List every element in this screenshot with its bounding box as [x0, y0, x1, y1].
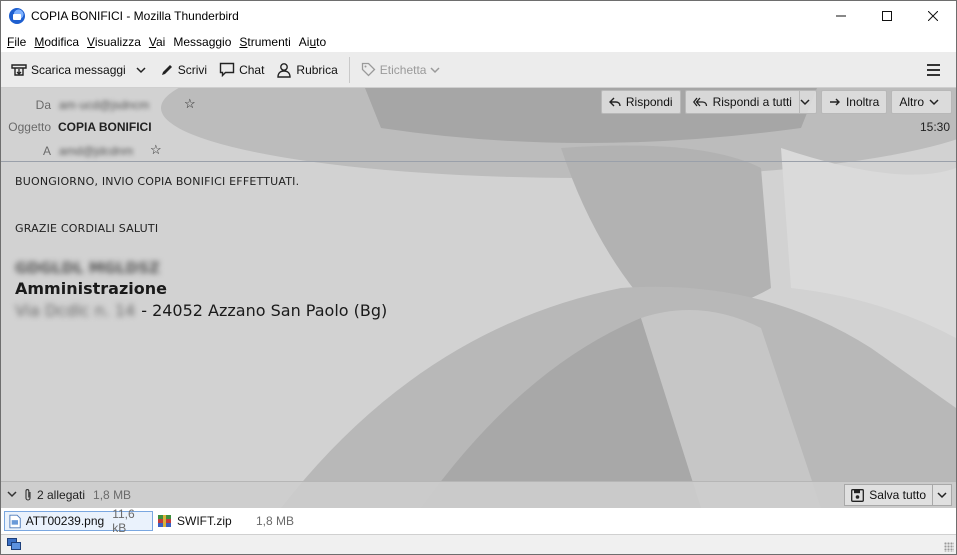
thunderbird-app-icon	[9, 8, 25, 24]
reply-all-label: Rispondi a tutti	[712, 95, 792, 109]
window-controls	[818, 1, 956, 31]
signature-street: Via Dcdlc n. 14	[15, 301, 136, 320]
tag-button[interactable]: Etichetta	[355, 57, 451, 83]
body-line-closing: GRAZIE CORDIALI SALUTI	[15, 222, 159, 235]
chat-label: Chat	[239, 62, 265, 77]
signature-title: Amministrazione	[15, 279, 167, 298]
save-all-label: Salva tutto	[869, 488, 926, 502]
menu-messaggio[interactable]: Messaggio	[169, 35, 235, 49]
attachment-toggle[interactable]	[7, 489, 17, 501]
menu-aiuto[interactable]: Aiuto	[295, 35, 330, 49]
chevron-down-icon	[937, 492, 947, 499]
message-body: BUONGIORNO, INVIO COPIA BONIFICI EFFETTU…	[15, 175, 915, 320]
reply-all-button[interactable]: Rispondi a tutti	[684, 90, 799, 114]
window-title: COPIA BONIFICI - Mozilla Thunderbird	[31, 9, 239, 23]
attachment-item[interactable]: SWIFT.zip 1,8 MB	[153, 511, 298, 531]
attachment-size: 1,8 MB	[255, 514, 294, 528]
attachment-count: 2 allegati	[23, 488, 85, 502]
to-label: A	[42, 144, 51, 158]
address-book-button[interactable]: Rubrica	[270, 57, 343, 83]
reply-all-icon	[692, 97, 707, 107]
contacts-icon	[277, 62, 292, 78]
attachment-size: 11,6 kB	[112, 507, 135, 535]
signature-address: Via Dcdlc n. 14 - 24052 Azzano San Paolo…	[15, 301, 915, 320]
get-messages-label: Scarica messaggi	[31, 62, 126, 77]
app-menu-button[interactable]	[924, 60, 944, 80]
save-all-dropdown[interactable]	[933, 485, 951, 505]
from-address[interactable]: am·ucd@jsdncm	[59, 98, 149, 112]
save-disk-icon	[851, 488, 865, 502]
attachment-bar[interactable]: 2 allegati 1,8 MB Salva tutto	[1, 481, 956, 508]
maximize-button[interactable]	[864, 1, 910, 31]
get-messages-button[interactable]: Scarica messaggi	[5, 57, 132, 83]
attachment-list: ATT00239.png 11,6 kB SWIFT.zip 1,8 MB	[1, 507, 956, 535]
chevron-down-icon	[7, 491, 17, 498]
pencil-icon	[161, 64, 172, 75]
forward-arrow-icon	[829, 98, 840, 106]
from-label: Da	[35, 98, 51, 112]
reply-all-group: Rispondi a tutti	[684, 90, 817, 114]
reply-all-dropdown[interactable]	[798, 90, 817, 114]
menu-bar: File Modifica Visualizza Vai Messaggio S…	[1, 31, 956, 52]
image-file-icon	[9, 514, 21, 528]
attachment-item[interactable]: ATT00239.png 11,6 kB	[4, 507, 153, 535]
subject-label: Oggetto	[8, 120, 51, 134]
menu-modifica[interactable]: Modifica	[30, 35, 83, 49]
forward-label: Inoltra	[845, 95, 880, 109]
reply-label: Rispondi	[625, 95, 673, 109]
chevron-down-icon	[430, 66, 441, 73]
other-actions-button[interactable]: Altro	[891, 90, 952, 114]
forward-button[interactable]: Inoltra	[820, 90, 888, 114]
thunderbird-window: COPIA BONIFICI - Mozilla Thunderbird Fil…	[0, 0, 957, 555]
menu-visualizza[interactable]: Visualizza	[83, 35, 145, 49]
star-icon[interactable]: ☆	[150, 142, 162, 158]
save-all-button[interactable]: Salva tutto	[845, 485, 933, 505]
chat-button[interactable]: Chat	[213, 57, 270, 83]
star-icon[interactable]: ☆	[184, 96, 196, 112]
tag-label: Etichetta	[379, 62, 427, 77]
write-button[interactable]: Scrivi	[154, 57, 213, 83]
tag-icon	[361, 62, 376, 77]
minimize-icon	[836, 15, 846, 17]
online-status-icon[interactable]	[7, 538, 21, 551]
menu-file[interactable]: File	[3, 35, 30, 49]
get-messages-dropdown[interactable]	[132, 57, 154, 83]
signature-city: - 24052 Azzano San Paolo (Bg)	[141, 301, 388, 320]
paperclip-icon	[25, 489, 31, 501]
maximize-icon	[882, 11, 892, 21]
attachment-count-label: 2 allegati	[37, 488, 86, 502]
close-button[interactable]	[910, 1, 956, 31]
save-all-group: Salva tutto	[844, 484, 952, 506]
subject-value: COPIA BONIFICI	[58, 120, 152, 134]
zip-archive-icon	[158, 514, 171, 527]
to-address[interactable]: amd@jdcdnm	[59, 144, 133, 158]
write-label: Scrivi	[177, 62, 208, 77]
chat-bubble-icon	[219, 62, 235, 77]
message-header: Da am·ucd@jsdncm ☆ Oggetto COPIA BONIFIC…	[1, 88, 956, 162]
menu-strumenti[interactable]: Strumenti	[235, 35, 294, 49]
body-line-greeting: BUONGIORNO, INVIO COPIA BONIFICI EFFETTU…	[15, 175, 300, 188]
close-icon	[928, 11, 938, 21]
chevron-down-icon	[136, 66, 146, 73]
chevron-down-icon	[929, 99, 939, 106]
message-time: 15:30	[919, 120, 950, 134]
menu-vai[interactable]: Vai	[145, 35, 169, 49]
attachment-name: ATT00239.png	[25, 514, 105, 528]
resize-grip[interactable]	[944, 542, 954, 552]
signature-name: GDGLDL MGLDSZ	[15, 259, 160, 277]
main-toolbar: Scarica messaggi Scrivi Chat Rubrica Eti…	[1, 52, 956, 88]
address-book-label: Rubrica	[296, 62, 338, 77]
other-label: Altro	[899, 95, 924, 109]
reply-button[interactable]: Rispondi	[600, 90, 681, 114]
title-bar: COPIA BONIFICI - Mozilla Thunderbird	[1, 1, 956, 31]
status-bar	[1, 534, 956, 554]
reply-icon	[608, 97, 621, 107]
attachment-name: SWIFT.zip	[177, 514, 232, 528]
attachment-total-size: 1,8 MB	[93, 488, 132, 502]
header-actions: Rispondi Rispondi a tutti Inoltra Altro	[600, 90, 952, 114]
toolbar-separator	[348, 56, 350, 83]
download-tray-icon	[11, 63, 27, 76]
minimize-button[interactable]	[818, 1, 864, 31]
chevron-down-icon	[800, 99, 810, 106]
